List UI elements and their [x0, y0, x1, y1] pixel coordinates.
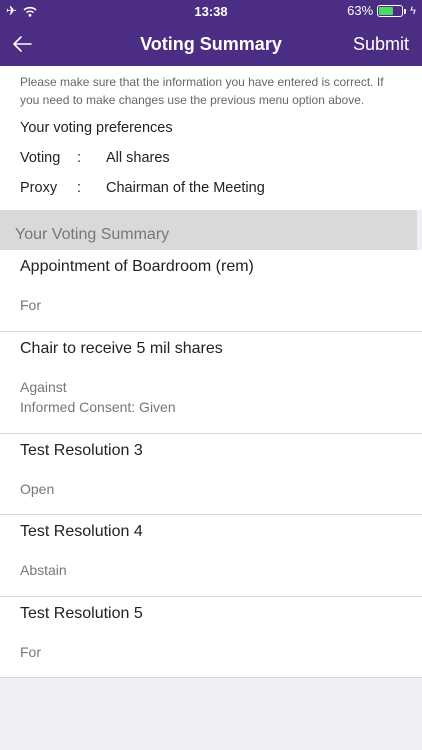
vote-choice: Open: [20, 481, 55, 497]
preference-key: Proxy: [20, 180, 58, 196]
navigation-bar: Voting Summary Submit: [0, 22, 422, 66]
vote-consent: Informed Consent: Given: [20, 399, 176, 415]
vote-choice: Abstain: [20, 562, 67, 578]
preference-separator: :: [77, 180, 82, 196]
preferences-panel: Please make sure that the information yo…: [0, 66, 422, 210]
submit-button[interactable]: Submit: [353, 34, 409, 55]
preference-separator: :: [77, 150, 82, 166]
battery-fill: [379, 6, 394, 15]
confirmation-notice: Please make sure that the information yo…: [20, 75, 384, 107]
resolution-item[interactable]: Test Resolution 4 Abstain: [0, 515, 422, 597]
preferences-title: Your voting preferences: [20, 120, 173, 136]
resolution-item[interactable]: Test Resolution 3 Open: [0, 434, 422, 515]
status-right: 63% ϟ: [347, 3, 416, 18]
resolution-title: Test Resolution 4: [20, 523, 143, 540]
resolution-title: Test Resolution 3: [20, 442, 143, 459]
resolution-item[interactable]: Test Resolution 5 For: [0, 597, 422, 678]
preference-value: All shares: [106, 150, 170, 166]
charging-bolt-icon: ϟ: [410, 4, 416, 17]
resolution-title: Chair to receive 5 mil shares: [20, 340, 223, 357]
top-bar: ✈ 13:38 63% ϟ Voting Summary Submit: [0, 0, 422, 66]
status-bar: ✈ 13:38 63% ϟ: [0, 0, 422, 22]
vote-choice: For: [20, 644, 41, 660]
summary-header-label: Your Voting Summary: [15, 226, 170, 243]
resolution-title: Test Resolution 5: [20, 605, 143, 622]
vote-choice: For: [20, 297, 41, 313]
summary-section-header: Your Voting Summary: [0, 210, 417, 250]
resolution-title: Appointment of Boardroom (rem): [20, 258, 254, 275]
resolution-item[interactable]: Appointment of Boardroom (rem) For: [0, 250, 422, 332]
vote-choice: Against: [20, 379, 67, 395]
battery-icon: [377, 4, 407, 17]
preference-value: Chairman of the Meeting: [106, 180, 265, 196]
voting-summary-list: Appointment of Boardroom (rem) For Chair…: [0, 250, 422, 678]
resolution-item[interactable]: Chair to receive 5 mil shares Against In…: [0, 332, 422, 434]
battery-percent: 63%: [347, 3, 374, 18]
preference-key: Voting: [20, 150, 61, 166]
